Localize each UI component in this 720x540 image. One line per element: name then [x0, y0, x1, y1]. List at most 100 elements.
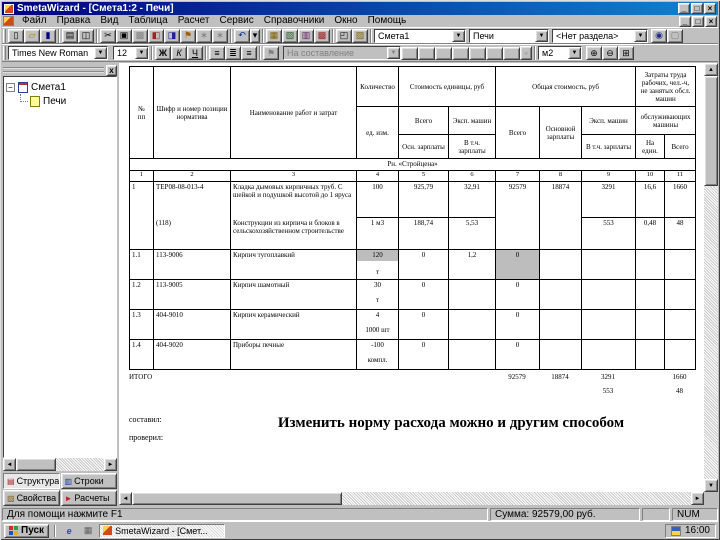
- find-position-icon[interactable]: ◉: [651, 28, 667, 43]
- mdi-restore-button[interactable]: □: [692, 15, 704, 27]
- desktop-shortcut-icon[interactable]: ▦: [80, 524, 96, 538]
- table-row[interactable]: (118) Конструкции из кирпича и блоков в …: [129, 217, 697, 250]
- tab-properties[interactable]: ▧ Свойства: [3, 490, 60, 506]
- tree-item-pechi[interactable]: Печи: [20, 94, 114, 108]
- mdi-close-button[interactable]: ×: [705, 15, 717, 27]
- add-table-icon[interactable]: ▥: [298, 28, 314, 43]
- check-flag-icon[interactable]: ⚑: [263, 46, 279, 60]
- scroll-down-icon[interactable]: ▼: [704, 479, 718, 492]
- align-left-icon[interactable]: ≡: [209, 46, 225, 60]
- new-window-icon[interactable]: ▢: [667, 28, 683, 43]
- chevron-down-icon[interactable]: ▼: [135, 47, 148, 59]
- menu-service[interactable]: Сервис: [215, 15, 259, 27]
- properties-icon[interactable]: ◰: [336, 28, 352, 43]
- table-row[interactable]: 1.2 113-9005 Кирпич шамотный 30 т 0 0: [129, 279, 697, 310]
- row-quantity-cell[interactable]: -100 компл.: [356, 339, 399, 370]
- menu-view[interactable]: Вид: [95, 15, 123, 27]
- collapse-icon[interactable]: −: [6, 82, 15, 92]
- print-preview-icon[interactable]: ◫: [78, 28, 94, 43]
- start-button[interactable]: Пуск: [4, 523, 50, 538]
- paste-icon[interactable]: ▩: [132, 28, 148, 43]
- zoom-out-icon[interactable]: ⊖: [602, 46, 618, 60]
- close-button[interactable]: ×: [704, 3, 716, 14]
- chevron-down-icon[interactable]: ▼: [634, 29, 647, 42]
- save-icon[interactable]: ▮: [40, 28, 56, 43]
- new-document-icon[interactable]: ▯: [8, 28, 24, 43]
- table-row[interactable]: 1.1 113-9006 Кирпич тугоплавкий 120 т 0 1…: [129, 249, 697, 280]
- table-icon[interactable]: ▦: [266, 28, 282, 43]
- row-total[interactable]: 0: [495, 339, 540, 370]
- menu-help[interactable]: Помощь: [363, 15, 412, 27]
- chevron-down-icon[interactable]: ▼: [387, 47, 400, 59]
- menu-references[interactable]: Справочники: [259, 15, 330, 27]
- cut-icon[interactable]: ✂: [100, 28, 116, 43]
- tree-item-smeta[interactable]: − Смета1: [6, 80, 114, 94]
- row-quantity-cell[interactable]: 30 т: [356, 279, 399, 310]
- panel-grip[interactable]: x: [3, 64, 117, 76]
- minimize-button[interactable]: _: [678, 3, 690, 14]
- taskbar-task-smetawizard[interactable]: SmetaWizard - [Смет...: [99, 523, 226, 538]
- horizontal-scrollbar[interactable]: ◄ ►: [119, 492, 704, 505]
- flag-icon[interactable]: ⚑: [180, 28, 196, 43]
- zoom-in-icon[interactable]: ⊕: [586, 46, 602, 60]
- tray-icon[interactable]: [670, 525, 681, 536]
- bold-button[interactable]: Ж: [155, 46, 171, 60]
- insert-row-icon[interactable]: ◧: [148, 28, 164, 43]
- print-icon[interactable]: ▤: [62, 28, 78, 43]
- menu-table[interactable]: Таблица: [123, 15, 172, 27]
- smeta-combo[interactable]: Смета1 ▼: [374, 28, 466, 43]
- chevron-down-icon[interactable]: ▼: [568, 47, 581, 59]
- row-quantity-cell[interactable]: 100: [356, 181, 399, 218]
- table-row[interactable]: 1.4 404-9020 Приборы печные -100 компл. 0…: [129, 339, 697, 370]
- maximize-button[interactable]: □: [691, 3, 703, 14]
- scroll-thumb[interactable]: [16, 458, 56, 471]
- underline-button[interactable]: Ч: [187, 46, 203, 60]
- menu-calc[interactable]: Расчет: [173, 15, 215, 27]
- formula-combo[interactable]: На составление ▼: [283, 46, 401, 60]
- tab-rows[interactable]: ▥ Строки: [60, 473, 117, 489]
- menu-file[interactable]: Файл: [17, 15, 52, 27]
- align-center-icon[interactable]: ≣: [225, 46, 241, 60]
- row-total[interactable]: 0: [495, 309, 540, 340]
- cell-icon[interactable]: ▨: [352, 28, 368, 43]
- open-icon[interactable]: ▱: [24, 28, 40, 43]
- internet-explorer-icon[interactable]: e: [61, 524, 77, 538]
- row-quantity-cell[interactable]: 4 1000 шт: [356, 309, 399, 340]
- scroll-left-icon[interactable]: ◄: [119, 492, 132, 505]
- wizard-icon[interactable]: ∗: [196, 28, 212, 43]
- document-combo[interactable]: Печи ▼: [469, 28, 549, 43]
- row-quantity-cell[interactable]: 1 м3: [356, 217, 399, 250]
- edit-table-icon[interactable]: ▧: [282, 28, 298, 43]
- scroll-thumb[interactable]: [132, 492, 342, 505]
- scroll-right-icon[interactable]: ►: [691, 492, 704, 505]
- table-row[interactable]: 1 ТЕР08-08-013-4 Кладка дымовых кирпичны…: [129, 181, 697, 218]
- scroll-thumb[interactable]: [704, 76, 718, 186]
- chevron-down-icon[interactable]: ▼: [452, 29, 465, 42]
- mdi-minimize-button[interactable]: _: [679, 15, 691, 27]
- align-right-icon[interactable]: ≡: [241, 46, 257, 60]
- italic-button[interactable]: К: [171, 46, 187, 60]
- copy-icon[interactable]: ▣: [116, 28, 132, 43]
- chevron-down-icon[interactable]: ▼: [535, 29, 548, 42]
- grid-icon[interactable]: ▩: [314, 28, 330, 43]
- row-total[interactable]: 0: [495, 279, 540, 310]
- undo-dropdown-icon[interactable]: ▾: [250, 28, 260, 43]
- font-combo[interactable]: Times New Roman ▼: [8, 46, 108, 60]
- row-total[interactable]: [495, 217, 540, 250]
- chevron-down-icon[interactable]: ▼: [94, 47, 107, 59]
- more-icon[interactable]: ▫: [520, 46, 532, 60]
- scroll-up-icon[interactable]: ▲: [704, 63, 718, 76]
- row-quantity-cell[interactable]: 120 т: [356, 249, 399, 280]
- zoom-page-icon[interactable]: ⊞: [618, 46, 634, 60]
- close-panel-icon[interactable]: x: [106, 64, 117, 76]
- scroll-left-icon[interactable]: ◄: [3, 458, 16, 471]
- row-total[interactable]: 0: [495, 249, 540, 280]
- undo-icon[interactable]: ↶: [234, 28, 250, 43]
- magic-icon[interactable]: ∗: [212, 28, 228, 43]
- font-size-combo[interactable]: 12 ▼: [113, 46, 149, 60]
- vertical-scrollbar[interactable]: ▲ ▼: [704, 63, 718, 492]
- unit-combo[interactable]: м2 ▼: [538, 46, 582, 60]
- menu-window[interactable]: Окно: [329, 15, 362, 27]
- scroll-right-icon[interactable]: ►: [104, 458, 117, 471]
- document-page[interactable]: № пп Шифр и номер позиции норматива Наим…: [119, 63, 704, 492]
